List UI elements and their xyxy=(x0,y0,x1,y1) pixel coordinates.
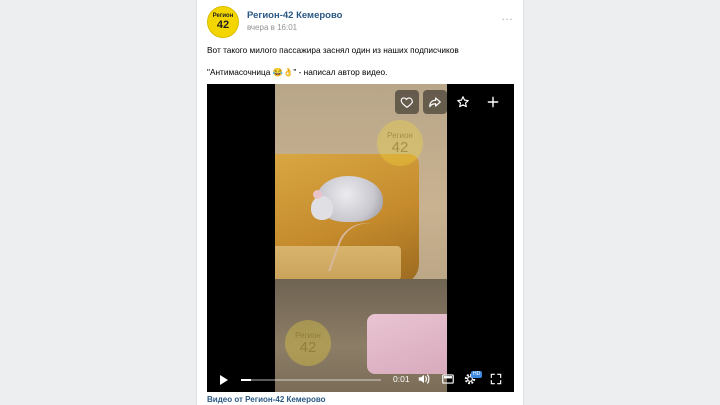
post-text-line: "Антимасочница 😂👌" - написал автор видео… xyxy=(207,67,388,77)
video-caption-link[interactable]: Видео от Регион-42 Кемерово xyxy=(207,395,326,404)
quality-badge: HD xyxy=(471,371,483,378)
pip-icon[interactable] xyxy=(441,372,455,386)
progress-fill xyxy=(241,379,251,381)
progress-bar[interactable] xyxy=(241,379,381,381)
add-video-button[interactable] xyxy=(481,90,505,114)
favorite-video-button[interactable] xyxy=(451,90,475,114)
plus-icon xyxy=(487,96,499,108)
star-icon xyxy=(457,96,469,108)
fullscreen-icon[interactable] xyxy=(489,372,503,386)
heart-icon xyxy=(400,97,414,108)
rat-ear xyxy=(313,190,322,199)
like-video-button[interactable] xyxy=(395,90,419,114)
share-icon xyxy=(429,97,441,108)
pink-object xyxy=(367,314,447,374)
video-controls: 0:01 HD xyxy=(207,368,514,392)
avatar-label-bottom: 42 xyxy=(216,19,230,31)
post-card: Регион 42 Регион-42 Кемерово вчера в 16:… xyxy=(196,0,524,405)
watermark-text-bottom: 42 xyxy=(391,139,409,156)
post-text-line: Вот такого милого пассажира заснял один … xyxy=(207,45,459,55)
current-time: 0:01 xyxy=(393,374,410,384)
play-icon[interactable] xyxy=(219,374,229,386)
watermark-text-bottom: 42 xyxy=(299,339,317,356)
video-player[interactable]: Регион 42 Регион 42 0:01 HD xyxy=(207,84,514,392)
author-link[interactable]: Регион-42 Кемерово xyxy=(247,10,342,21)
watermark-logo: Регион 42 xyxy=(377,120,423,166)
volume-icon[interactable] xyxy=(417,372,431,386)
post-time[interactable]: вчера в 16:01 xyxy=(247,23,297,32)
rat-head xyxy=(311,196,333,220)
more-icon[interactable]: … xyxy=(501,9,513,23)
avatar[interactable]: Регион 42 xyxy=(207,6,239,38)
video-frame: Регион 42 Регион 42 xyxy=(275,84,447,392)
watermark-logo: Регион 42 xyxy=(285,320,331,366)
share-video-button[interactable] xyxy=(423,90,447,114)
